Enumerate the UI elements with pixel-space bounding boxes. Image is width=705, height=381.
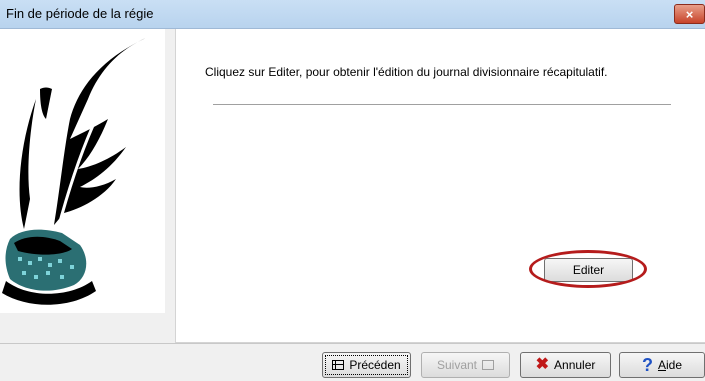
cancel-button[interactable]: ✖ Annuler bbox=[520, 352, 611, 378]
instruction-text: Cliquez sur Editer, pour obtenir l'éditi… bbox=[205, 65, 608, 79]
main-panel: Cliquez sur Editer, pour obtenir l'éditi… bbox=[175, 29, 705, 343]
close-icon: × bbox=[685, 7, 694, 22]
table-icon bbox=[332, 360, 345, 370]
cancel-button-label: Annuler bbox=[554, 358, 596, 372]
next-button[interactable]: Suivant bbox=[421, 352, 510, 378]
window-title: Fin de période de la régie bbox=[6, 6, 154, 21]
close-button[interactable]: × bbox=[674, 4, 705, 24]
previous-button[interactable]: Précéden bbox=[322, 352, 411, 378]
edit-button[interactable]: Editer bbox=[544, 258, 633, 282]
next-button-label: Suivant bbox=[436, 358, 478, 372]
quill-and-inkwell-icon bbox=[2, 35, 150, 305]
previous-button-label: Précéden bbox=[349, 358, 401, 372]
wizard-window: Fin de période de la régie × Cliquez sur… bbox=[0, 0, 705, 381]
help-button[interactable]: ? Aide bbox=[619, 352, 705, 378]
help-button-label: Aide bbox=[657, 358, 683, 372]
footer-divider bbox=[0, 343, 705, 344]
red-x-icon: ✖ bbox=[535, 356, 550, 373]
title-bar[interactable]: Fin de période de la régie × bbox=[0, 0, 705, 29]
separator-line bbox=[213, 104, 671, 106]
table-icon bbox=[482, 360, 495, 370]
question-mark-icon: ? bbox=[641, 355, 653, 375]
left-strip bbox=[0, 313, 175, 343]
quill-illustration bbox=[0, 29, 165, 313]
